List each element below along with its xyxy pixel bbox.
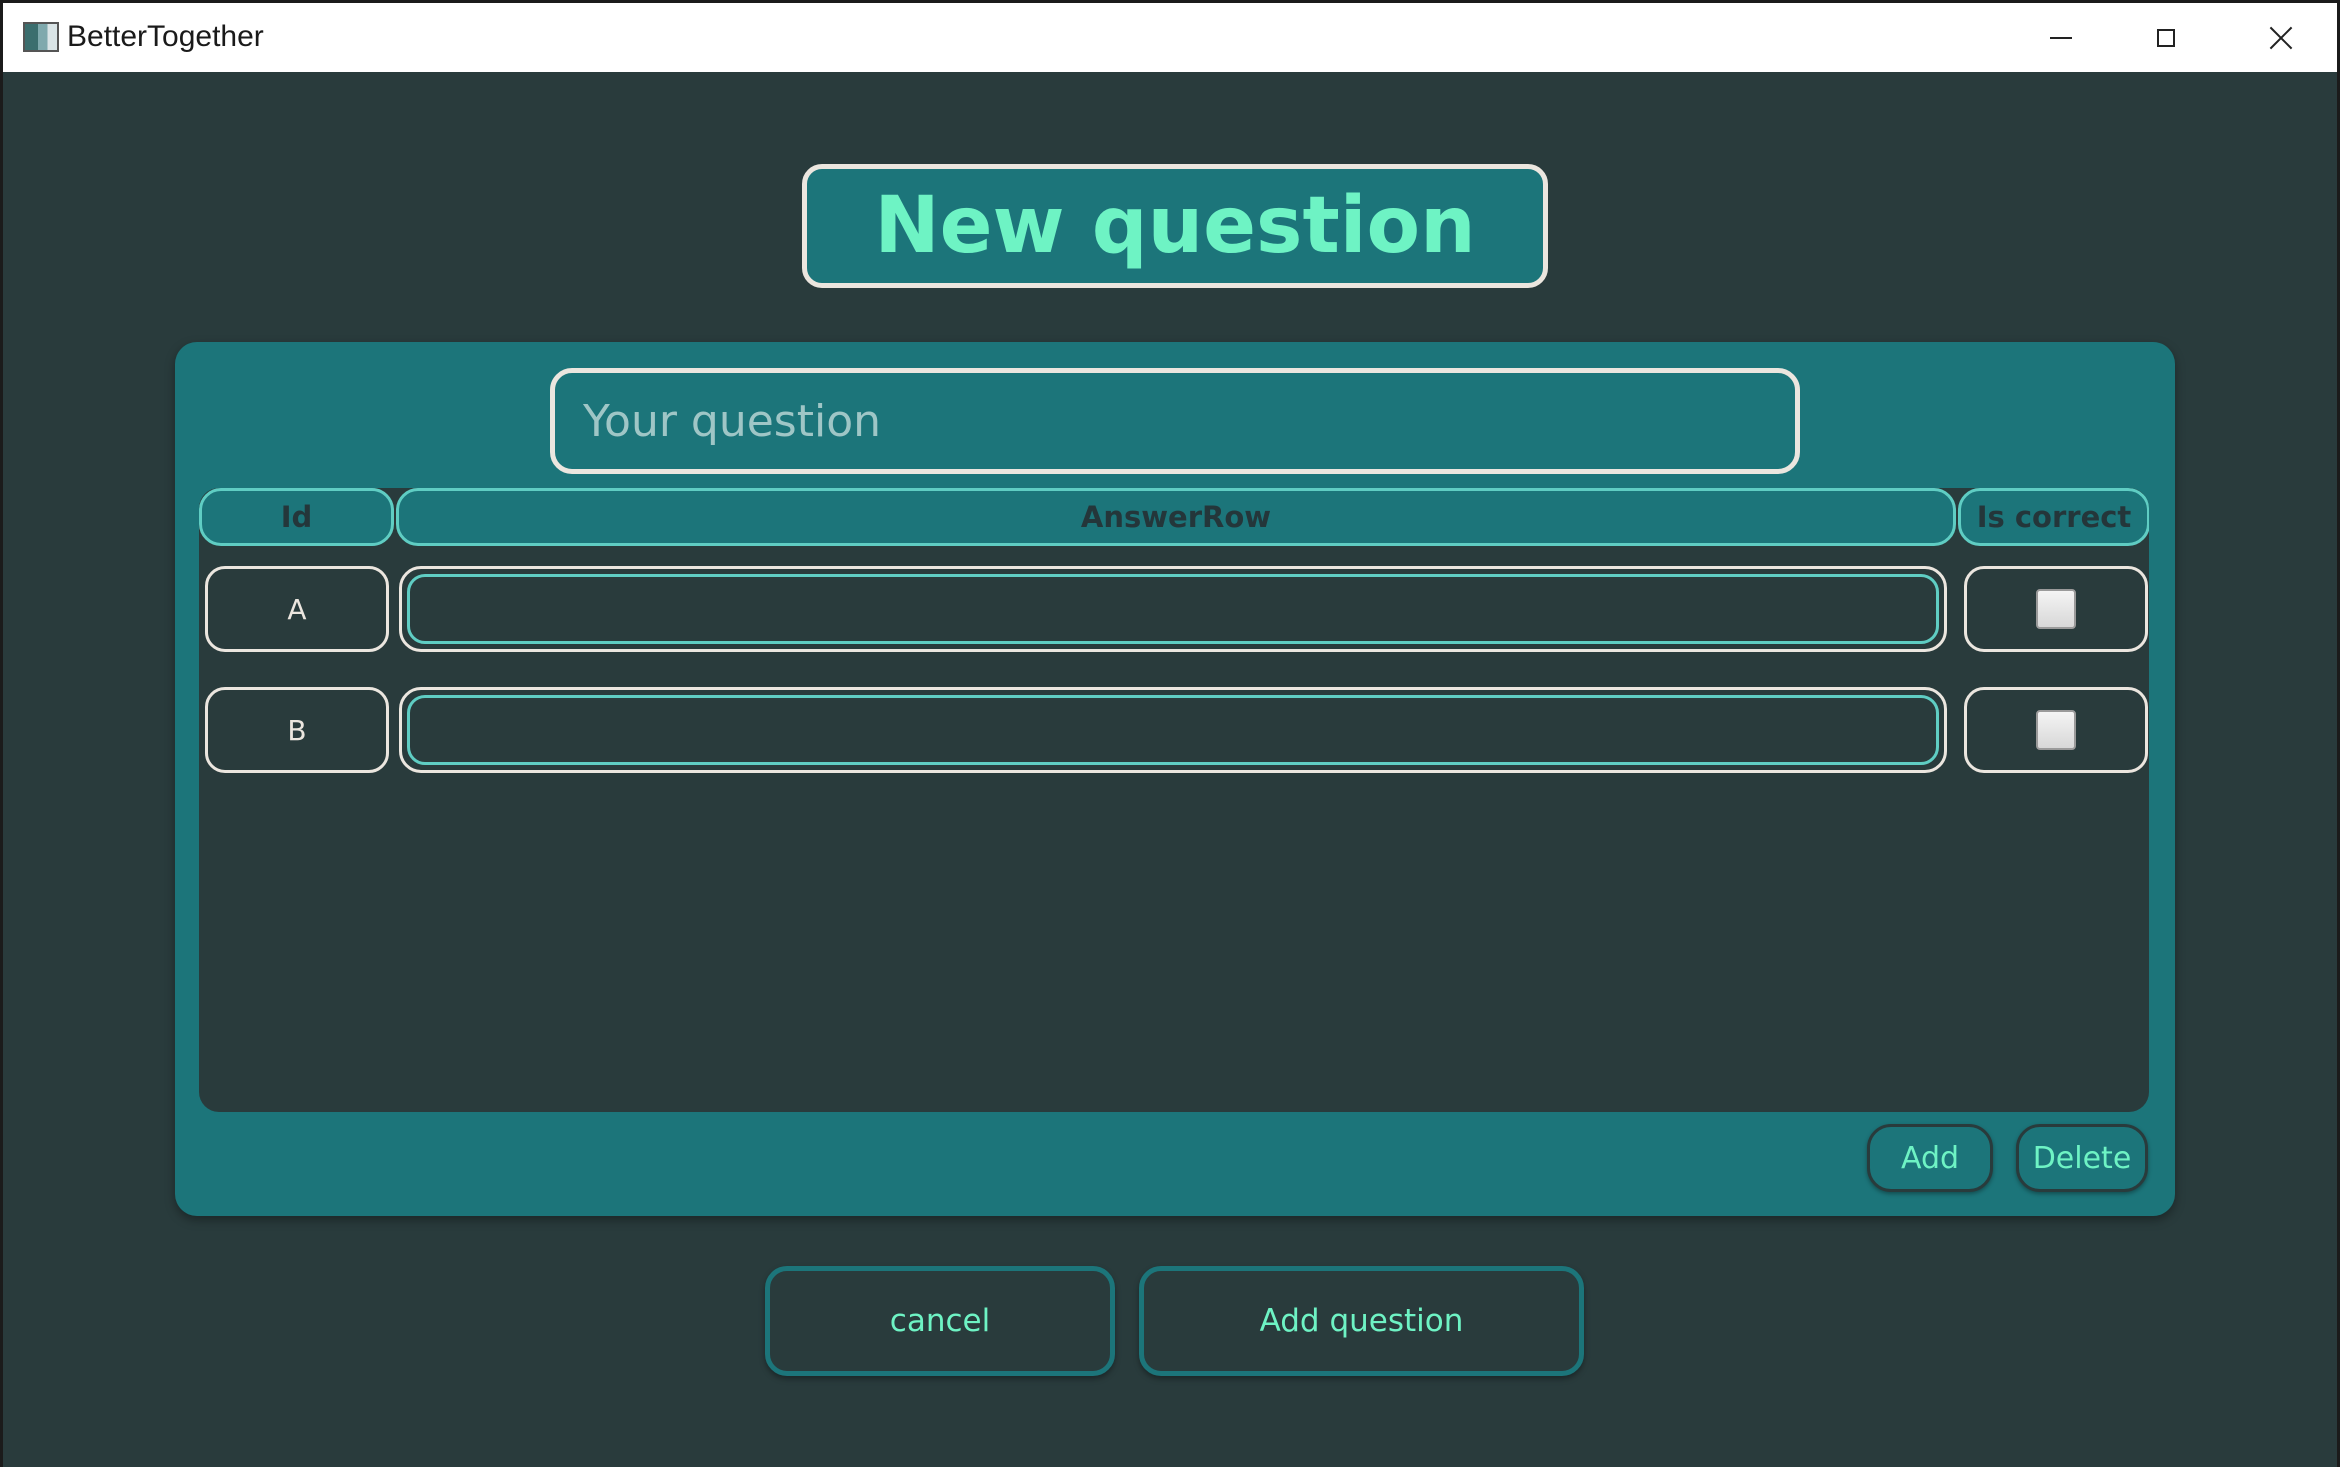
- cancel-button[interactable]: cancel: [765, 1266, 1115, 1376]
- minimize-icon: [2049, 36, 2072, 39]
- answer-id-cell[interactable]: A: [205, 566, 389, 652]
- question-input[interactable]: [550, 368, 1800, 474]
- app-window: BetterTogether New question Id AnswerRow…: [0, 0, 2340, 1467]
- answer-id-cell[interactable]: B: [205, 687, 389, 773]
- answer-cell: [399, 687, 1947, 773]
- close-icon: [2269, 26, 2293, 50]
- page-title: New question: [874, 181, 1476, 271]
- column-header-id[interactable]: Id: [199, 488, 394, 546]
- question-editor-panel: Id AnswerRow Is correct A B: [175, 342, 2175, 1216]
- close-button[interactable]: [2223, 3, 2338, 72]
- maximize-button[interactable]: [2108, 3, 2223, 72]
- page-title-box: New question: [802, 164, 1548, 288]
- answer-cell: [399, 566, 1947, 652]
- add-answer-button[interactable]: Add: [1867, 1124, 1993, 1192]
- answer-input[interactable]: [407, 695, 1939, 765]
- delete-answer-button[interactable]: Delete: [2016, 1124, 2148, 1192]
- table-row[interactable]: A: [199, 566, 2149, 652]
- window-title: BetterTogether: [67, 20, 264, 53]
- app-icon: [23, 22, 59, 52]
- is-correct-cell: [1964, 566, 2148, 652]
- minimize-button[interactable]: [2003, 3, 2118, 72]
- is-correct-checkbox[interactable]: [2036, 710, 2076, 750]
- title-bar[interactable]: BetterTogether: [3, 0, 2337, 72]
- answers-grid: Id AnswerRow Is correct A B: [199, 488, 2149, 1112]
- maximize-icon: [2156, 28, 2175, 47]
- column-header-is-correct[interactable]: Is correct: [1958, 488, 2149, 546]
- is-correct-cell: [1964, 687, 2148, 773]
- table-row[interactable]: B: [199, 687, 2149, 773]
- answer-input[interactable]: [407, 574, 1939, 644]
- add-question-button[interactable]: Add question: [1139, 1266, 1584, 1376]
- is-correct-checkbox[interactable]: [2036, 589, 2076, 629]
- column-header-answer[interactable]: AnswerRow: [396, 488, 1956, 546]
